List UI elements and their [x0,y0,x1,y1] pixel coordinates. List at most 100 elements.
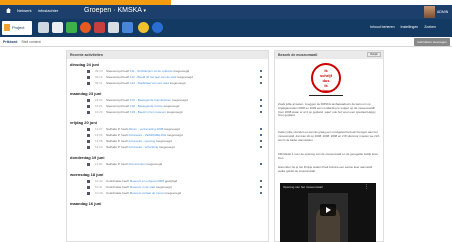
breadcrumb-edit[interactable]: Stell content [21,40,40,44]
activity-link[interactable]: Museum verlaat de muren [130,191,165,195]
activity-action: toegevoegd [169,81,186,85]
activity-time: 11:30 [95,162,103,166]
activity-time: 16:21 [95,104,103,108]
activity-link[interactable]: Museum en erfgoed 2008 [130,179,164,183]
activity-text: Coördinatie heeft Museum in de stad toeg… [106,185,254,189]
user-name[interactable]: ADMIN [437,10,448,14]
activity-link[interactable]: Fotoreeks - schenking [129,145,159,149]
activity-actor: Steevensyd heeft [106,69,130,73]
day-heading: maandag 23 juni [70,91,102,96]
globe-icon[interactable] [66,22,77,33]
info-paragraph: Klik Radio 1 over de opening van de muse… [278,152,379,160]
avatar[interactable] [424,6,435,18]
add-users-button[interactable]: Gebruikers toevoegen [414,38,450,46]
bullet-icon [260,70,262,72]
activity-row: 14:06 Nathalie P. heeft Fotoreeks - VERZA… [70,133,266,138]
activity-link[interactable]: 112 - Beeld uit het jaar van de stad [130,75,176,79]
activity-link[interactable]: 111 - Schilderijen uit de collectie [130,69,173,73]
activity-time: 09:11 [95,81,103,85]
activity-actor: Nathalie P. heeft [106,133,128,137]
view-button[interactable]: Bekijk [367,52,381,57]
manage-content-link[interactable]: Inhoud beheren [370,25,395,29]
document-icon [87,82,90,85]
activity-time: 10:40 [95,191,103,195]
info-paragraph: Hieronder zie je het filmpje waarin Paul… [278,165,373,173]
search-link[interactable]: Zoeken [424,25,436,29]
info-paragraph: Indien jullie vrienden en kennis graag e… [278,130,380,142]
activity-row: 10:42 Coördinatie heeft Museum en erfgoed… [70,179,266,184]
campaign-logo: ik schrijf dus ik ben [303,61,349,99]
project-tab[interactable]: Project [2,21,32,35]
activity-link[interactable]: 103 - Beeld in het museum [130,110,166,114]
activity-link[interactable]: Documenten [129,162,146,166]
ring-icon[interactable] [80,22,91,33]
activity-link[interactable]: Album - verzameling 2008 [128,127,163,131]
activity-action: gewijzigd [164,179,178,183]
activity-link[interactable]: 102 - Bewegende ruimte [130,104,163,108]
activity-link[interactable]: Museum in de stad [130,185,155,189]
project-tab-label: Project [12,25,25,30]
video-player[interactable]: Opening van het museumwall ⋮ [280,183,376,242]
document-icon [87,140,90,143]
document-icon [87,180,90,183]
home-icon[interactable] [6,8,11,13]
document-icon [87,146,90,149]
activity-action: toegevoegd [146,162,163,166]
activity-row: 09:12 Steevensyd heeft 112 - Beeld uit he… [70,75,266,80]
activity-link[interactable]: Fotoreeks - VERZAMELING [129,133,167,137]
activity-text: Nathalie P. heeft Album - verzameling 20… [106,127,254,131]
breadcrumb-current[interactable]: Prikbord [3,40,17,44]
smiley-icon[interactable] [138,22,149,33]
help-icon[interactable] [152,22,163,33]
nav-link-netwerk[interactable]: Netwerk [17,8,32,13]
top-navigation-bar: Netwerk Infoslachter Groepen · KMSKA ▾ A… [0,5,452,19]
activity-link[interactable]: Fotoreeks - opening [129,139,156,143]
bullet-icon [260,146,262,148]
message-icon[interactable] [52,22,63,33]
activity-text: Steevensyd heeft 111 - Schilderijen uit … [106,69,254,73]
recent-activity-panel: Recente activiteiten dinsdag 24 juni 09:1… [66,50,269,242]
activity-row: 14:05 Nathalie P. heeft Fotoreeks - openi… [70,139,266,144]
nav-link-infoslachter[interactable]: Infoslachter [38,8,59,13]
activity-row: 09:11 Steevensyd heeft 113 - Stadsdeel va… [70,81,266,86]
chart-icon[interactable] [122,22,133,33]
settings-link[interactable]: Instellingen [401,25,419,29]
logo-underline [309,95,343,96]
activity-actor: Steevensyd heeft [106,104,130,108]
folder-icon[interactable] [94,22,105,33]
activity-text: Steevensyd heeft 103 - Beeld in het muse… [106,110,254,114]
activity-time: 14:07 [95,127,103,131]
activity-link[interactable]: 113 - Stadsdeel van een stad [130,81,169,85]
activity-action: toegevoegd [159,145,175,149]
logo-circle: ik schrijf dus ik ben [311,63,341,93]
document-icon [87,186,90,189]
activity-text: Steevensyd heeft 102 - Bewegende ruimte … [106,104,254,108]
day-heading: maandag 16 juni [70,201,102,206]
share-icon[interactable]: ⋮ [364,184,369,190]
settings-icon[interactable] [108,22,119,33]
activity-text: Coördinatie heeft Museum verlaat de mure… [106,191,254,195]
activity-text: Nathalie P. heeft Documenten toegevoegd [106,162,254,166]
bullet-icon [260,140,262,142]
day-heading: woensdag 18 juni [70,172,104,177]
activity-text: Steevensyd heeft 101 - Bewegende kunstwe… [106,98,254,102]
document-icon [87,134,90,137]
calendar-icon[interactable] [38,22,49,33]
play-icon[interactable] [320,204,336,216]
activity-text: Coördinatie heeft Museum en erfgoed 2008… [106,179,254,183]
activity-row: 10:41 Coördinatie heeft Museum in de stad… [70,185,266,190]
museum-wall-panel: Bezoek de museumwall Bekijk ik schrijf d… [274,50,384,242]
activity-actor: Nathalie P. heeft [106,162,128,166]
activity-time: 14:06 [95,133,103,137]
document-icon [87,192,90,195]
video-title: Opening van het museumwall [283,185,323,189]
bullet-icon [260,99,262,101]
activity-row: 10:40 Coördinatie heeft Museum verlaat de… [70,191,266,196]
bullet-icon [260,111,262,113]
toolbar-right-links: Inhoud beheren Instellingen Zoeken [370,25,436,29]
group-title[interactable]: Groepen · KMSKA ▾ [84,7,146,14]
bullet-icon [260,163,262,165]
bullet-icon [260,82,262,84]
activity-link[interactable]: 101 - Bewegende kunstwerken [130,98,171,102]
activity-time: 14:04 [95,145,103,149]
